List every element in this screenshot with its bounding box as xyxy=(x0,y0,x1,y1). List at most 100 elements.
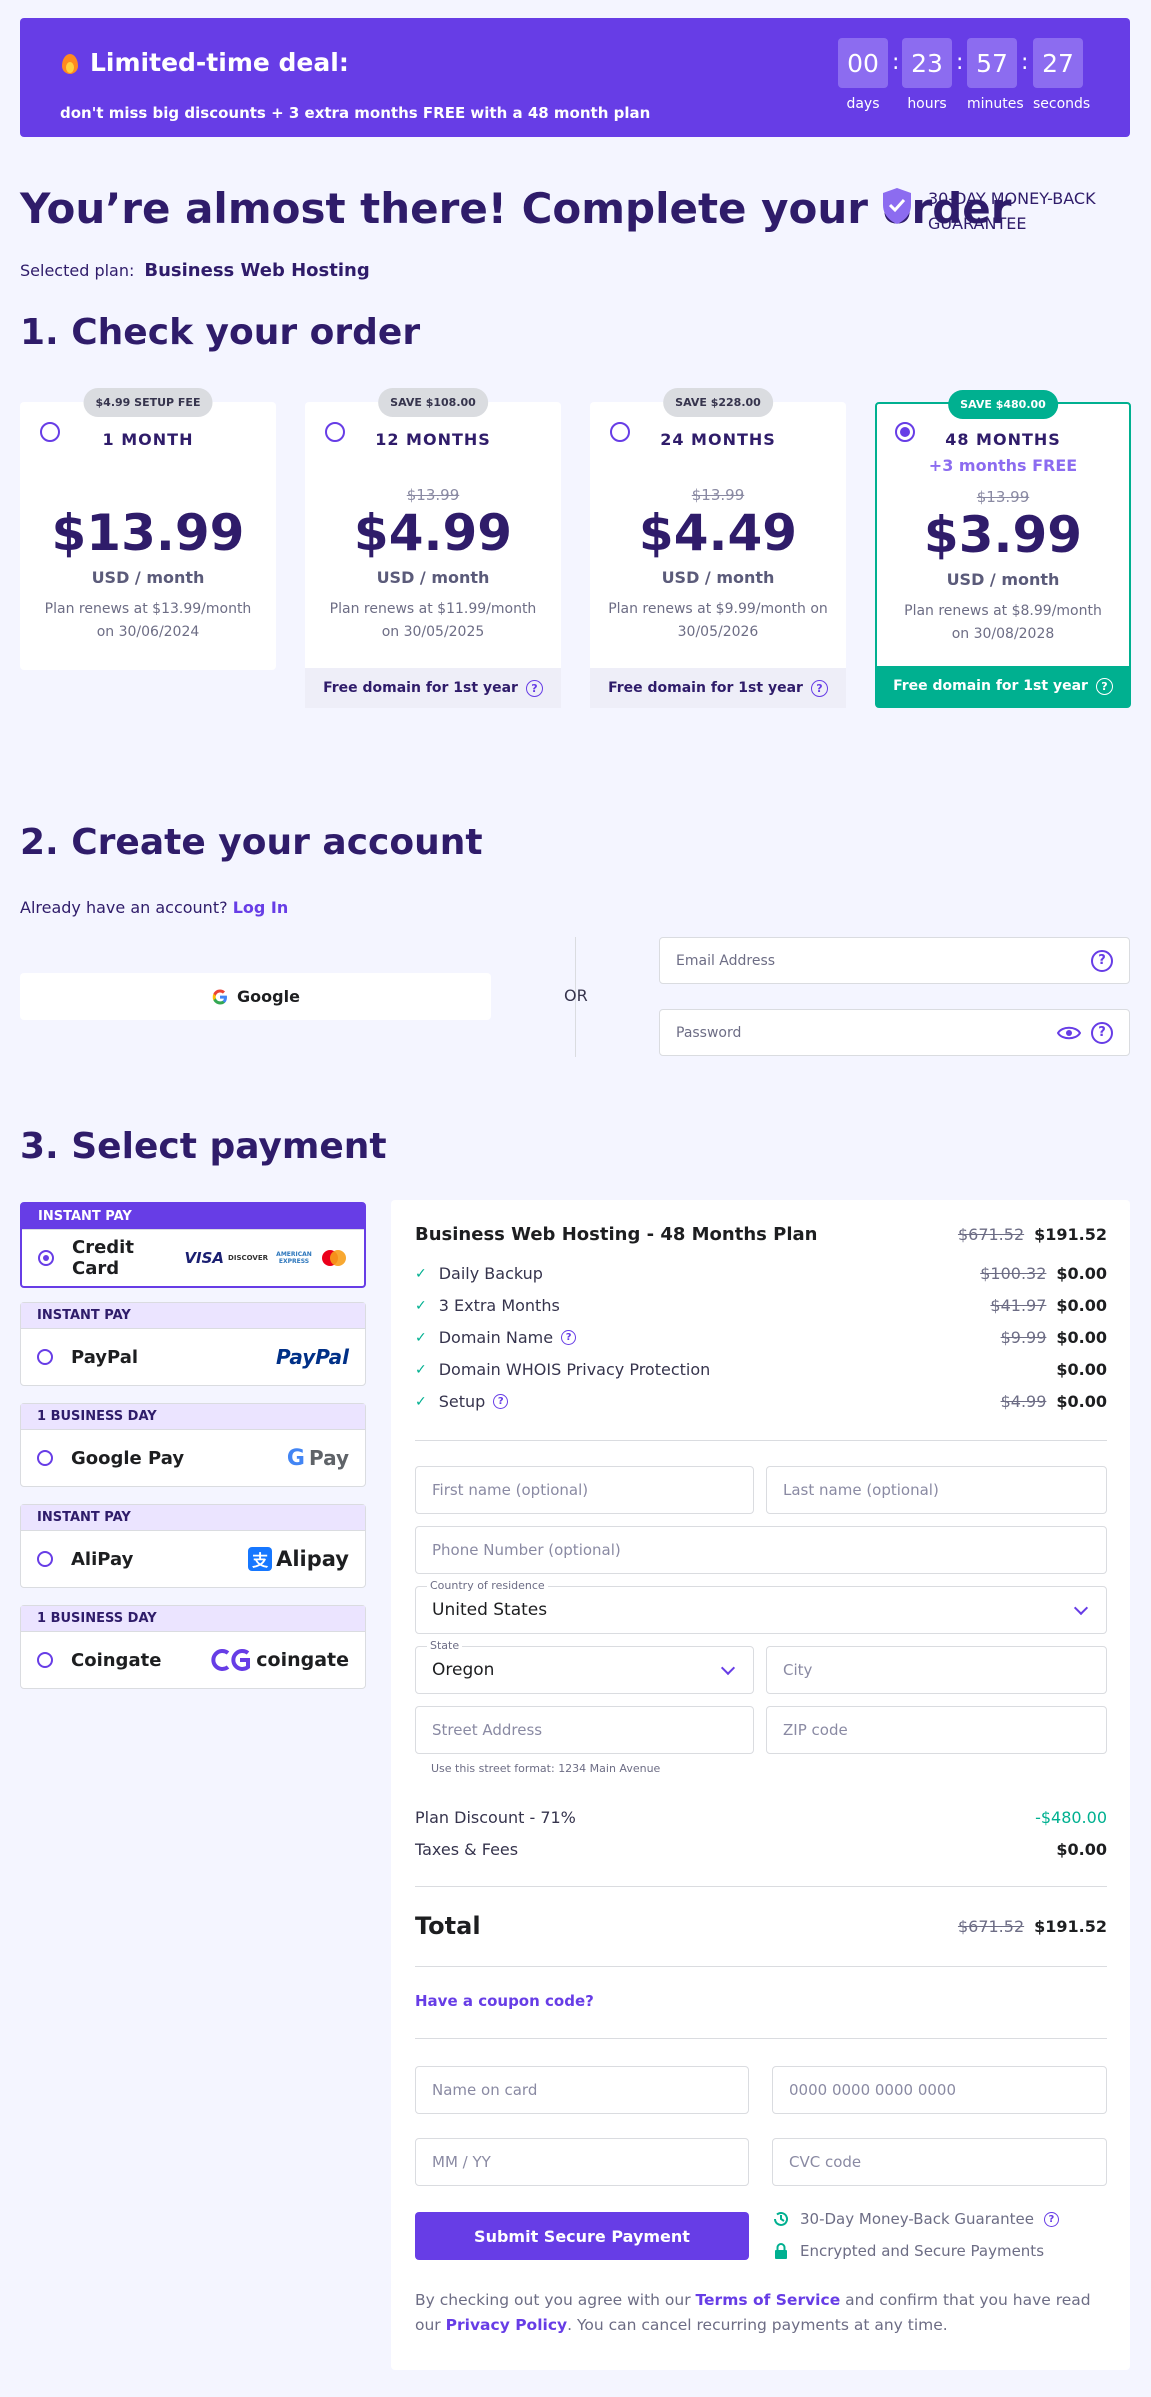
coingate-logo: coingate xyxy=(210,1648,349,1672)
payment-name: AliPay xyxy=(71,1548,134,1570)
countdown-hours: 23 hours xyxy=(902,38,952,112)
plan-card-1-month[interactable]: $4.99 SETUP FEE 1 MONTH $13.99 USD / mon… xyxy=(20,388,276,670)
email-field[interactable]: Email Address ? xyxy=(659,937,1130,984)
terms-pre: By checking out you agree with our xyxy=(415,2291,691,2309)
item-label: Domain Name xyxy=(438,1328,554,1347)
plan-badge: SAVE $108.00 xyxy=(378,388,488,417)
payment-tag: 1 BUSINESS DAY xyxy=(21,1404,365,1430)
visa-logo: VISA xyxy=(184,1249,225,1267)
eye-icon[interactable] xyxy=(1057,1025,1081,1041)
item-new: $0.00 xyxy=(1056,1296,1107,1315)
terms-of-service-link[interactable]: Terms of Service xyxy=(696,2291,841,2309)
google-pay-logo: G Pay xyxy=(287,1446,349,1471)
alipay-icon: 支 xyxy=(248,1547,273,1571)
city-field[interactable]: City xyxy=(766,1646,1107,1694)
summary-plan-row: Business Web Hosting - 48 Months Plan $6… xyxy=(415,1224,1107,1245)
last-name-field[interactable]: Last name (optional) xyxy=(766,1466,1107,1514)
card-logos: VISA DISCOVER AMERICAN EXPRESS xyxy=(184,1249,348,1267)
discount-row: Plan Discount - 71% -$480.00 xyxy=(415,1808,1107,1827)
plan-card-48-months[interactable]: SAVE $480.00 48 MONTHS +3 months FREE $1… xyxy=(875,390,1131,708)
help-icon[interactable]: ? xyxy=(561,1330,577,1345)
login-link[interactable]: Log In xyxy=(233,898,289,917)
item-old: $41.97 xyxy=(990,1296,1047,1315)
privacy-policy-link[interactable]: Privacy Policy xyxy=(446,2316,568,2334)
payment-radio[interactable] xyxy=(37,1652,53,1668)
payment-method-paypal[interactable]: INSTANT PAY PayPal PayPal xyxy=(20,1302,366,1386)
payment-name: Coingate xyxy=(71,1649,162,1671)
paypal-logo: PayPal xyxy=(276,1345,349,1369)
plan-name: 12 MONTHS xyxy=(375,430,491,449)
password-field[interactable]: Password ? xyxy=(659,1009,1130,1056)
plan-badge: $4.99 SETUP FEE xyxy=(83,388,213,417)
help-icon[interactable]: ? xyxy=(1095,677,1113,695)
payment-method-credit-card[interactable]: INSTANT PAY Credit Card VISA DISCOVER AM… xyxy=(20,1202,366,1288)
cvc-field[interactable]: CVC code xyxy=(772,2138,1107,2186)
check-icon: ✓ xyxy=(415,1297,427,1314)
zip-placeholder: ZIP code xyxy=(783,1721,848,1739)
help-icon[interactable]: ? xyxy=(525,679,543,697)
zip-field[interactable]: ZIP code xyxy=(766,1706,1107,1754)
payment-tag: 1 BUSINESS DAY xyxy=(21,1606,365,1632)
street-field[interactable]: Street Address xyxy=(415,1706,754,1754)
terms-post: . You can cancel recurring payments at a… xyxy=(567,2316,948,2334)
total-new: $191.52 xyxy=(1034,1916,1107,1936)
country-select[interactable]: United States xyxy=(415,1586,1107,1634)
discover-logo: DISCOVER xyxy=(228,1254,268,1262)
secure-note: Encrypted and Secure Payments xyxy=(772,2242,1044,2260)
plan-name: 48 MONTHS xyxy=(945,430,1061,449)
section-check-order-title: 1. Check your order xyxy=(20,312,421,353)
email-placeholder: Email Address xyxy=(676,952,776,969)
guarantee-text: GUARANTEE xyxy=(928,214,1027,233)
help-icon[interactable]: ? xyxy=(493,1394,509,1409)
guarantee-note-text: 30-Day Money-Back Guarantee xyxy=(800,2210,1034,2228)
plan-card-12-months[interactable]: SAVE $108.00 12 MONTHS $13.99 $4.99 USD … xyxy=(305,388,561,708)
phone-field[interactable]: Phone Number (optional) xyxy=(415,1526,1107,1574)
taxes-row: Taxes & Fees $0.00 xyxy=(415,1840,1107,1859)
item-new: $0.00 xyxy=(1056,1392,1107,1411)
payment-method-google-pay[interactable]: 1 BUSINESS DAY Google Pay G Pay xyxy=(20,1403,366,1487)
help-icon[interactable]: ? xyxy=(1091,949,1113,972)
payment-radio[interactable] xyxy=(37,1450,53,1466)
order-summary-panel: Business Web Hosting - 48 Months Plan $6… xyxy=(391,1200,1130,2370)
plan-unit: USD / month xyxy=(376,568,490,587)
guarantee-note: 30-Day Money-Back Guarantee ? xyxy=(772,2210,1059,2228)
selected-plan: Selected plan: Business Web Hosting xyxy=(20,260,370,281)
item-old: $9.99 xyxy=(1000,1328,1047,1347)
or-separator: OR xyxy=(564,986,588,1005)
plan-renew: Plan renews at $13.99/month on 30/06/202… xyxy=(44,601,252,640)
login-prompt: Already have an account? Log In xyxy=(20,898,288,917)
money-back-guarantee: 30-DAY MONEY-BACK GUARANTEE xyxy=(880,186,1096,236)
help-icon[interactable]: ? xyxy=(1043,2211,1059,2227)
card-number-field[interactable]: 0000 0000 0000 0000 xyxy=(772,2066,1107,2114)
plan-old-price: $13.99 xyxy=(976,488,1030,506)
payment-method-coingate[interactable]: 1 BUSINESS DAY Coingate coingate xyxy=(20,1605,366,1689)
state-select[interactable]: Oregon xyxy=(415,1646,754,1694)
payment-radio[interactable] xyxy=(37,1349,53,1365)
payment-radio[interactable] xyxy=(38,1250,54,1266)
shield-check-icon xyxy=(883,188,911,224)
plan-card-24-months[interactable]: SAVE $228.00 24 MONTHS $13.99 $4.49 USD … xyxy=(590,388,846,708)
taxes-value: $0.00 xyxy=(1056,1840,1107,1859)
expiry-placeholder: MM / YY xyxy=(432,2153,491,2171)
coingate-icon xyxy=(211,1649,251,1671)
coupon-link[interactable]: Have a coupon code? xyxy=(415,1992,594,2010)
countdown-value: 57 xyxy=(967,38,1017,88)
first-name-field[interactable]: First name (optional) xyxy=(415,1466,754,1514)
item-old: $100.32 xyxy=(980,1264,1047,1283)
payment-name: Credit Card xyxy=(72,1237,134,1279)
expiry-field[interactable]: MM / YY xyxy=(415,2138,749,2186)
payment-method-alipay[interactable]: INSTANT PAY AliPay 支 Alipay xyxy=(20,1504,366,1588)
name-on-card-field[interactable]: Name on card xyxy=(415,2066,749,2114)
google-signin-button[interactable]: Google xyxy=(20,973,491,1020)
item-new: $0.00 xyxy=(1056,1264,1107,1283)
alipay-logo: 支 Alipay xyxy=(248,1547,349,1571)
submit-payment-button[interactable]: Submit Secure Payment xyxy=(415,2212,749,2260)
payment-radio[interactable] xyxy=(37,1551,53,1567)
chevron-down-icon xyxy=(1073,1600,1089,1615)
plan-price: $4.49 xyxy=(638,504,798,562)
help-icon[interactable]: ? xyxy=(1091,1021,1113,1044)
help-icon[interactable]: ? xyxy=(810,679,828,697)
item-label: Setup xyxy=(438,1392,486,1411)
plan-old-price: $13.99 xyxy=(406,486,460,504)
first-name-placeholder: First name (optional) xyxy=(432,1481,589,1499)
